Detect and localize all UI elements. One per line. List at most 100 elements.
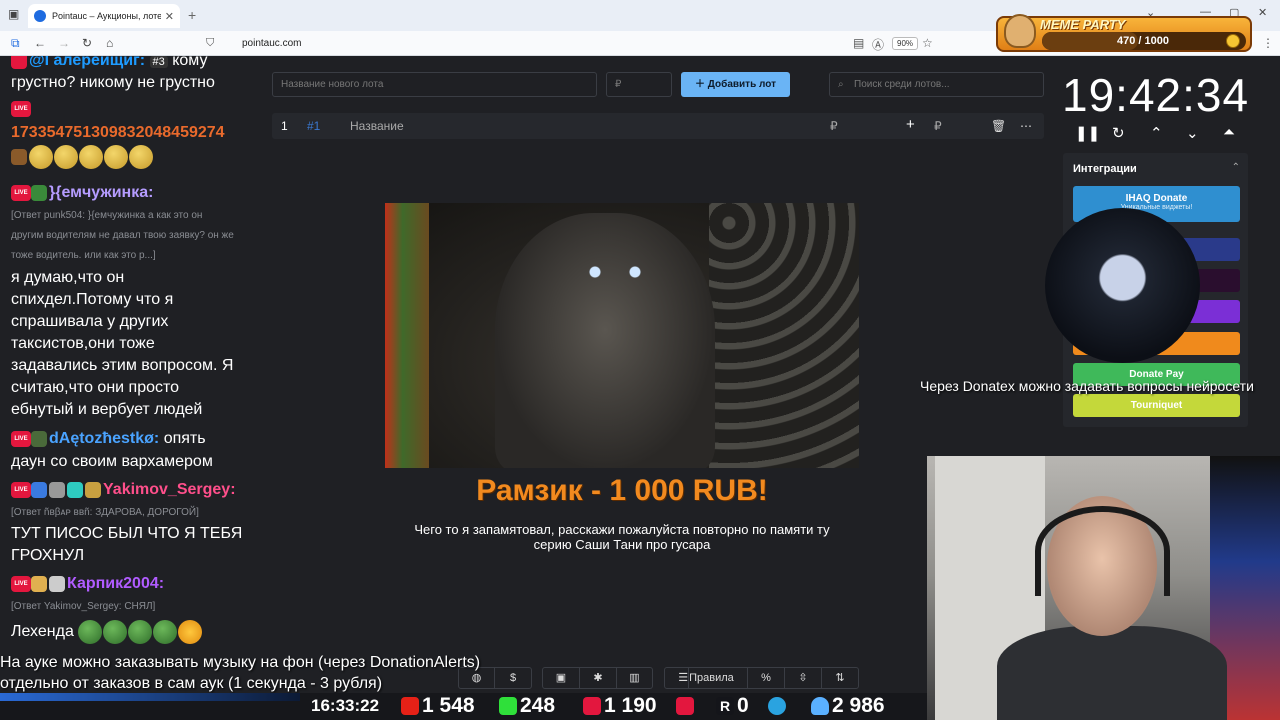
close-tab-icon[interactable]: ✕ [165,10,174,23]
total-viewers: 2 986 [832,694,885,717]
badge-icon [31,481,47,498]
badge-icon [31,575,47,592]
chat-line: LIVE [11,98,31,120]
chat-reply: тоже водитель. или как это р...] [11,250,156,261]
url-text[interactable]: pointauc.com [242,38,301,49]
vk-live-icon [583,697,601,715]
site-info-icon[interactable]: ⛉ [206,37,214,50]
add-amount-icon[interactable]: + [906,116,915,133]
chat-reply: [Ответ punk504: }{емчужинка а как это он [11,210,203,221]
chat-line [11,145,154,169]
more-options-icon[interactable]: ⋯ [1020,119,1032,133]
reset-timer-icon[interactable]: ↻ [1112,124,1125,142]
lot-amount-input[interactable]: ₽ [606,72,672,97]
webcam-headphones [1035,506,1170,596]
badge-icon [31,430,47,447]
delete-lot-icon[interactable]: 🗑 [991,119,1006,133]
translate-icon[interactable]: Ⓐ [872,36,884,53]
trash-icon[interactable]: ▥ [617,668,652,688]
forward-icon[interactable]: → [58,36,70,50]
back-icon[interactable]: ← [34,36,46,50]
chat-line: ГРОХНУЛ [11,547,85,564]
meme-party-widget: MEME PARTY 470 / 1000 [996,14,1252,52]
chat-line: спрашивала у других [11,313,169,330]
menu-icon[interactable]: ⋮ [1262,36,1274,50]
workspaces-icon[interactable]: ⧉ [11,36,20,51]
add-lot-button[interactable]: ＋ Добавить лот [681,72,790,97]
chat-line: @Галерейщиг: #3 кому [11,56,207,73]
sort-icon[interactable]: ⇅ [822,668,858,688]
tab-actions-icon[interactable]: ▣ [8,7,19,21]
reader-view-icon[interactable]: ▤ [853,36,864,50]
badge-icon [11,149,27,165]
bug-icon[interactable]: ✱ [580,668,617,688]
add-lot-label: Добавить лот [707,79,776,90]
lot-add-currency: ₽ [934,119,942,133]
integrations-title: Интеграции [1073,163,1137,175]
chat-line: 1733547513098320484592​74 [11,122,225,144]
timer-double-up-icon[interactable]: ⏶ [1223,124,1235,141]
timer-up-icon[interactable]: ⌃ [1150,124,1163,142]
potato-emote [29,145,53,169]
music-info-overlay: На ауке можно заказывать музыку на фон (… [0,652,480,694]
chat-nick: Yakimov_Sergey: [103,481,236,498]
kick-icon [499,697,517,715]
lot-search-input[interactable]: ⌕ Поиск среди лотов... [829,72,1044,97]
favicon-icon [34,10,46,22]
new-tab-icon[interactable]: + [188,7,196,23]
video-person [495,213,715,468]
lot-search-placeholder: Поиск среди лотов... [854,79,950,90]
lot-row: 1 #1 Название ₽ + ₽ 🗑 ⋯ [272,113,1044,139]
coin-icon [1226,34,1240,48]
live-badge-icon: LIVE [11,100,31,117]
chat-reply: [Ответ Yakimov_Sergey: СНЯЛ] [11,601,156,612]
pepe-emote [153,620,178,644]
refresh-icon[interactable]: ↻ [82,36,92,50]
chat-line: LIVE}{емчужинка: [11,182,153,204]
home-icon[interactable]: ⌂ [106,36,113,50]
chat-line: LIVE Yakimov_Sergey: [11,479,236,501]
new-lot-input[interactable]: Название нового лота [272,72,597,97]
percent-button[interactable]: % [748,668,785,688]
integration-tourniquet[interactable]: Tourniquet [1073,394,1240,417]
dollar-icon[interactable]: $ [495,668,531,688]
pause-icon[interactable]: ❚❚ [1075,124,1100,142]
chat-nick: dAętozħestkø: [49,430,160,447]
potato-emote [104,145,128,169]
toolbar-group-settings: ☰ Правила % ⇳ ⇅ [664,667,859,689]
kick-viewers: 248 [520,694,556,717]
browser-tab[interactable]: Pointauc – Аукционы, лотереи ✕ [28,4,180,28]
chat-line: ебнутый и вербует людей [11,401,203,418]
chat-line: я думаю,что он [11,269,125,286]
split-icon[interactable]: ⇳ [785,668,822,688]
rutube-icon: R [716,697,734,715]
save-icon[interactable]: ▣ [543,668,580,688]
badge-icon [67,481,83,498]
chat-line: даун со своим вархамером [11,453,213,470]
chat-reply: [Ответ ñвβᴀᴩ ʙвñ: ЗДАРОВА, ДОРОГОЙ] [11,507,199,518]
video-glowing-eyes [585,266,645,278]
rules-button[interactable]: ☰ Правила [665,668,748,688]
telegram-icon [768,697,786,715]
chat-line: ТУТ ПИСОС БЫЛ ЧТО Я ТЕБЯ [11,525,243,542]
chat-line: LIVE Карпик2004: [11,573,164,595]
viewers-icon [811,697,829,715]
vk-viewers: 1 190 [604,694,657,717]
star-eyes-emote [178,620,203,644]
zoom-level[interactable]: 90% [892,37,919,50]
video-wallpaper [709,203,859,468]
favorite-star-icon[interactable]: ☆ [922,36,933,50]
chevron-up-icon[interactable]: ⌃ [1232,162,1240,173]
chat-line: Лехенда [11,620,203,644]
close-window-icon[interactable]: ✕ [1258,6,1267,19]
vtuber-avatar [1045,208,1200,363]
timer-down-icon[interactable]: ⌄ [1186,124,1199,142]
chat-line: грустно? никому не грустно [11,74,215,91]
chat-nick: 1733547513098320484592​74 [11,124,225,141]
integration-label: IHAQ Donate [1125,193,1188,204]
youtube-icon [401,697,419,715]
chat-reply: другим водителям не давал твою заявку? о… [11,230,234,241]
chat-line: задавались этим вопросом. Я [11,357,234,374]
rules-icon: ☰ [678,668,690,688]
lot-name-input[interactable]: Название [350,119,404,133]
